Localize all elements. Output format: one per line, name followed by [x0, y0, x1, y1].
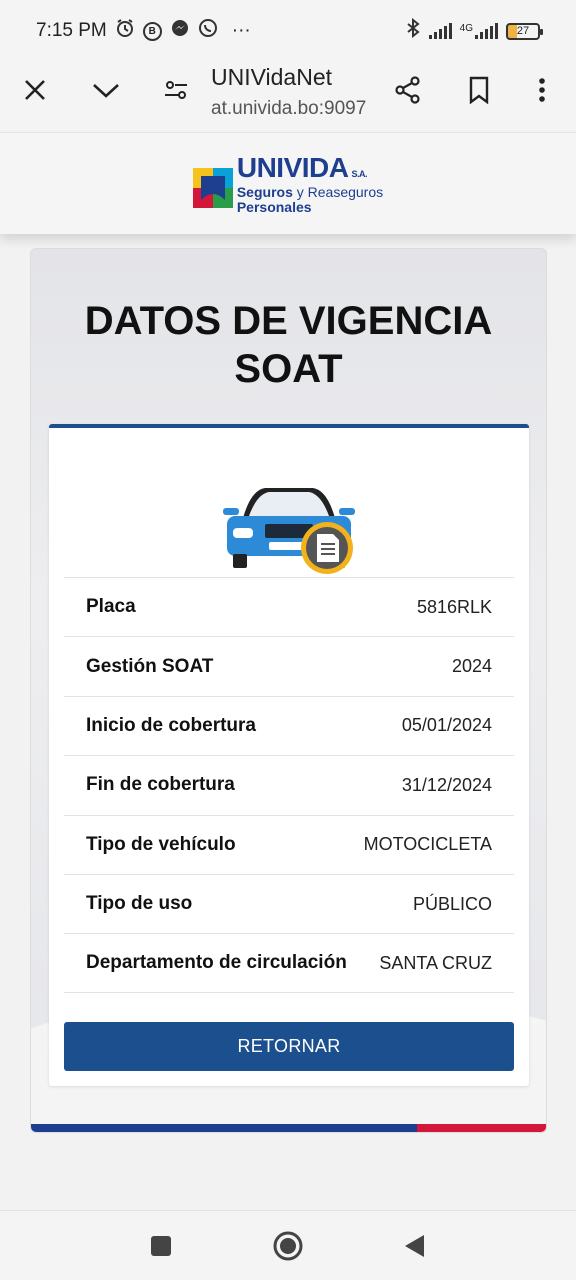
site-header: UNIVIDA S.A. Seguros y Reaseguros Persona…	[0, 132, 576, 234]
return-button[interactable]: RETORNAR	[64, 1022, 514, 1071]
brand-name: UNIVIDA	[236, 151, 349, 183]
recents-button[interactable]	[144, 1229, 178, 1263]
triangle-back-icon	[405, 1235, 424, 1257]
detail-label: Tipo de uso	[86, 893, 193, 915]
detail-label: Tipo de vehículo	[86, 833, 236, 855]
more-options-icon[interactable]	[522, 70, 562, 110]
brand-tagline-2: Personales	[236, 198, 312, 215]
back-button[interactable]	[397, 1229, 431, 1263]
detail-row-fin: Fin de cobertura 31/12/2024	[64, 755, 514, 814]
alarm-icon	[115, 18, 135, 44]
messenger-icon	[170, 18, 190, 44]
detail-label: Placa	[86, 596, 136, 618]
detail-row-gestion: Gestión SOAT 2024	[64, 636, 514, 695]
square-icon	[151, 1236, 171, 1256]
detail-value: 2024	[451, 656, 492, 677]
details-card: Placa 5816RLK Gestión SOAT 2024 Inicio d…	[49, 424, 529, 1086]
detail-value: PÚBLICO	[412, 893, 492, 914]
page-title-line1: DATOS DE VIGENCIA	[84, 299, 493, 343]
detail-row-tipo-uso: Tipo de uso PÚBLICO	[64, 873, 514, 933]
b-app-icon: B	[142, 21, 162, 41]
brand-tagline-bold: Seguros	[236, 183, 293, 200]
page-title-line2: SOAT	[234, 347, 343, 391]
system-nav-bar	[0, 1210, 576, 1280]
detail-row-tipo-vehiculo: Tipo de vehículo MOTOCICLETA	[64, 814, 514, 874]
detail-row-placa: Placa 5816RLK	[64, 577, 514, 636]
bookmark-icon[interactable]	[459, 70, 499, 110]
detail-value: SANTA CRUZ	[379, 952, 492, 973]
detail-value: 5816RLK	[416, 596, 492, 617]
signal-2-icon	[475, 23, 498, 39]
status-bar: 7:15 PM B ··· 4G 27	[0, 0, 576, 62]
detail-row-departamento: Departamento de circulación SANTA CRUZ	[64, 933, 514, 993]
network-type: 4G	[459, 23, 473, 34]
univida-logo[interactable]: UNIVIDA S.A. Seguros y Reaseguros Persona…	[192, 151, 384, 215]
brand-suffix: S.A.	[351, 168, 367, 179]
chevron-down-icon[interactable]	[86, 70, 126, 110]
detail-value: MOTOCICLETA	[363, 834, 492, 855]
close-icon[interactable]	[15, 70, 55, 110]
car-document-icon	[223, 488, 355, 574]
page-title: DATOS DE VIGENCIA SOAT	[31, 297, 546, 393]
detail-row-inicio: Inicio de cobertura 05/01/2024	[64, 695, 514, 755]
bluetooth-icon	[405, 17, 421, 44]
battery-level: 27	[516, 25, 530, 37]
share-icon[interactable]	[388, 70, 428, 110]
detail-label: Inicio de cobertura	[86, 714, 256, 736]
whatsapp-icon	[198, 18, 218, 44]
detail-label: Gestión SOAT	[86, 655, 214, 677]
soat-panel: DATOS DE VIGENCIA SOAT Placa 5816RLK Ges…	[30, 248, 547, 1133]
browser-toolbar: UNIVidaNet at.univida.bo:9097	[0, 62, 576, 132]
status-time: 7:15 PM	[36, 20, 107, 41]
detail-label: Departamento de circulación	[86, 952, 347, 974]
brand-color-bar	[31, 1124, 546, 1132]
detail-label: Fin de cobertura	[86, 774, 235, 796]
home-button[interactable]	[271, 1229, 305, 1263]
detail-value: 05/01/2024	[401, 715, 492, 736]
signal-icon	[428, 23, 452, 39]
logo-mark-icon	[192, 167, 233, 208]
detail-value: 31/12/2024	[401, 774, 492, 795]
battery-icon: 27	[506, 22, 543, 40]
page-tab-title: UNIVidaNet	[211, 64, 333, 90]
brand-tagline-rest: y Reaseguros	[292, 183, 384, 200]
circle-home-icon	[273, 1231, 303, 1261]
url-text[interactable]: at.univida.bo:9097	[211, 98, 381, 120]
site-settings-icon[interactable]	[156, 70, 196, 110]
more-notifications-icon: ···	[231, 20, 251, 41]
details-list: Placa 5816RLK Gestión SOAT 2024 Inicio d…	[64, 577, 514, 993]
